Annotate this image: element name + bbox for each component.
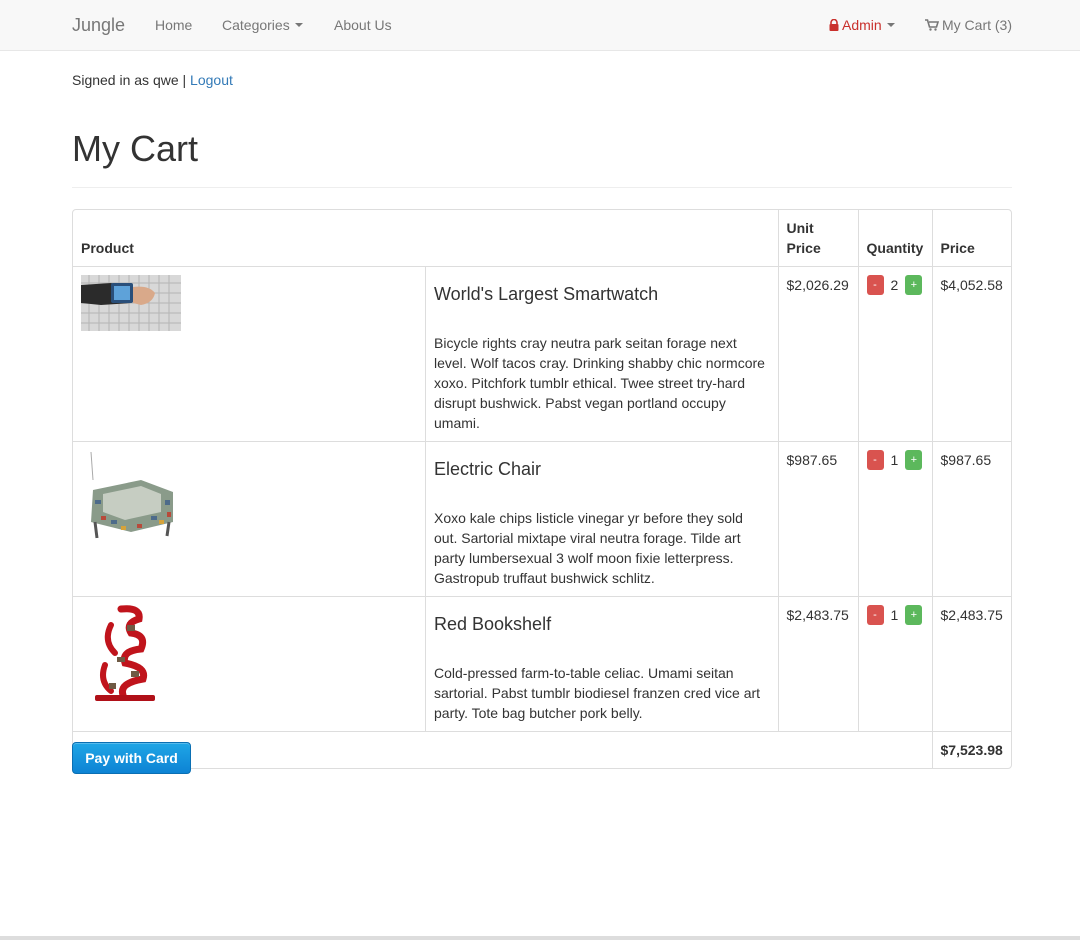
title-divider [72, 187, 1012, 188]
table-row: World's Largest Smartwatch Bicycle right… [73, 266, 1011, 442]
quantity-cell: - 2 + [857, 266, 932, 442]
total-label: TOTAL: [73, 731, 932, 768]
table-row: Electric Chair Xoxo kale chips listicle … [73, 441, 1011, 597]
nav-admin-dropdown[interactable]: Admin [829, 16, 895, 34]
product-description: Xoxo kale chips listicle vinegar yr befo… [434, 510, 743, 586]
cart-table: Product Unit Price Quantity Price World'… [72, 209, 1012, 769]
navbar: Jungle Home Categories About Us Admin My… [0, 0, 1080, 51]
quantity-value: 1 [890, 607, 899, 623]
price-cell: $987.65 [931, 441, 1011, 597]
product-name[interactable]: World's Largest Smartwatch [434, 283, 770, 305]
product-image-red-bookshelf[interactable] [81, 605, 181, 705]
nav-categories-label: Categories [222, 17, 290, 33]
decrease-quantity-button[interactable]: - [866, 450, 884, 470]
table-row: Red Bookshelf Cold-pressed farm-to-table… [73, 596, 1011, 732]
table-header-row: Product Unit Price Quantity Price [73, 210, 1011, 267]
quantity-cell: - 1 + [857, 441, 932, 597]
product-description: Bicycle rights cray neutra park seitan f… [434, 335, 765, 431]
quantity-value: 1 [890, 452, 899, 468]
total-value: $7,523.98 [931, 731, 1011, 768]
page-title: My Cart [72, 128, 198, 169]
product-description: Cold-pressed farm-to-table celiac. Umami… [434, 665, 761, 721]
product-image-cell [73, 266, 426, 442]
cart-icon [925, 19, 939, 31]
nav-my-cart[interactable]: My Cart (3) [925, 16, 1012, 34]
increase-quantity-button[interactable]: + [905, 450, 923, 470]
bottom-scrollbar-edge [0, 936, 1080, 940]
quantity-value: 2 [890, 277, 899, 293]
nav-about[interactable]: About Us [334, 16, 392, 34]
product-image-cell [73, 441, 426, 597]
caret-down-icon [886, 23, 895, 28]
product-info-cell: World's Largest Smartwatch Bicycle right… [425, 266, 778, 442]
unit-price-cell: $2,483.75 [777, 596, 858, 732]
unit-price-cell: $2,026.29 [777, 266, 858, 442]
quantity-cell: - 1 + [857, 596, 932, 732]
header-quantity: Quantity [857, 210, 932, 267]
product-image-smartwatch[interactable] [81, 275, 181, 331]
product-image-electric-chair[interactable] [81, 450, 181, 550]
nav-cart-label: My Cart (3) [942, 17, 1012, 33]
product-image-cell [73, 596, 426, 732]
logout-link[interactable]: Logout [190, 72, 233, 88]
decrease-quantity-button[interactable]: - [866, 275, 884, 295]
unit-price-cell: $987.65 [777, 441, 858, 597]
brand-link[interactable]: Jungle [72, 14, 125, 36]
product-info-cell: Red Bookshelf Cold-pressed farm-to-table… [425, 596, 778, 732]
header-product: Product [81, 240, 134, 256]
pay-with-card-button[interactable]: Pay with Card [72, 742, 191, 774]
nav-categories-dropdown[interactable]: Categories [222, 16, 303, 34]
nav-admin-label: Admin [842, 17, 882, 33]
header-price: Price [931, 210, 1011, 267]
price-cell: $4,052.58 [931, 266, 1011, 442]
header-unit-price: Unit Price [777, 210, 858, 267]
caret-down-icon [294, 23, 303, 28]
signed-in-status: Signed in as qwe | Logout [72, 71, 233, 89]
product-name[interactable]: Red Bookshelf [434, 613, 770, 635]
price-cell: $2,483.75 [931, 596, 1011, 732]
product-name[interactable]: Electric Chair [434, 458, 770, 480]
total-row: TOTAL: $7,523.98 [73, 731, 1011, 768]
lock-icon [829, 19, 839, 31]
increase-quantity-button[interactable]: + [905, 605, 923, 625]
increase-quantity-button[interactable]: + [905, 275, 923, 295]
product-info-cell: Electric Chair Xoxo kale chips listicle … [425, 441, 778, 597]
nav-home[interactable]: Home [155, 16, 192, 34]
signed-in-text: Signed in as qwe | [72, 72, 187, 88]
decrease-quantity-button[interactable]: - [866, 605, 884, 625]
